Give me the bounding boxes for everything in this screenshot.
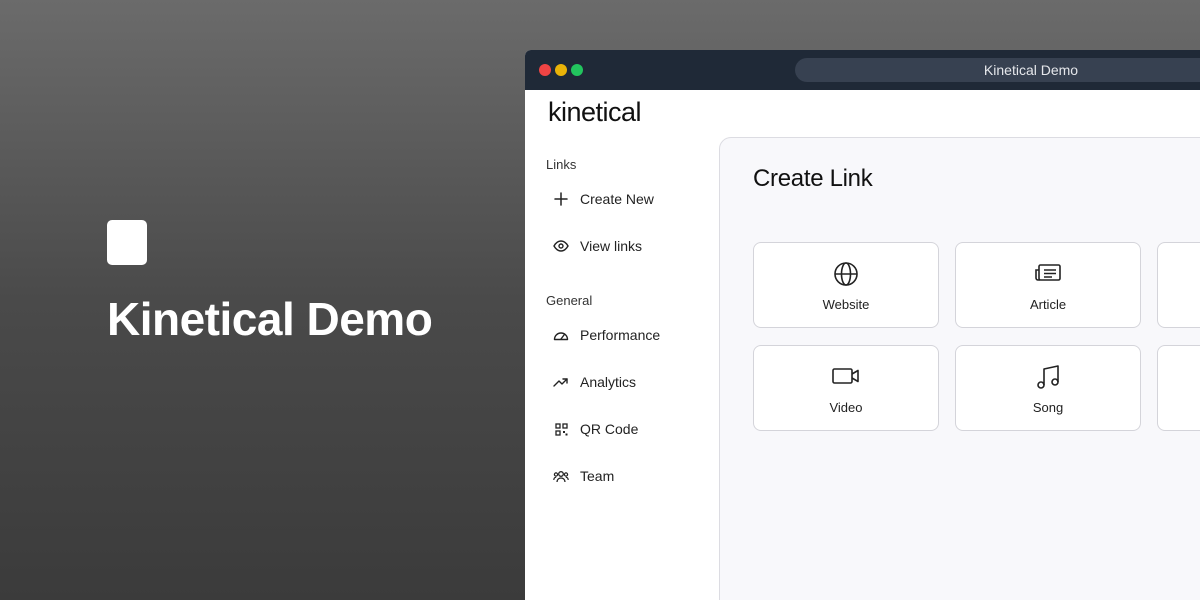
card-label: Article (1029, 297, 1067, 312)
create-link-panel: Create Link Website Article Video Song (719, 137, 1200, 600)
qr-code-icon (546, 422, 576, 436)
link-type-card-article[interactable]: Article (955, 242, 1141, 328)
eye-icon (546, 240, 576, 252)
newspaper-icon (956, 261, 1140, 287)
link-type-card-partial[interactable] (1157, 242, 1200, 328)
promo-logo-square (107, 220, 147, 265)
window-titlebar: Kinetical Demo (525, 50, 1200, 90)
gauge-icon (546, 329, 576, 341)
card-label: Song (1032, 400, 1064, 415)
link-type-card-partial[interactable] (1157, 345, 1200, 431)
plus-icon (546, 192, 576, 206)
sidebar-item-qr-code[interactable]: QR Code (546, 411, 716, 447)
promo-title: Kinetical Demo (107, 293, 433, 345)
sidebar-item-label: QR Code (580, 421, 639, 437)
minimize-window-button[interactable] (555, 64, 567, 76)
app-logo[interactable]: kinetical (548, 97, 642, 128)
card-label: Website (822, 297, 870, 312)
browser-window: Kinetical Demo kinetical Links Create Ne… (525, 50, 1200, 600)
address-bar-text: Kinetical Demo (983, 62, 1079, 78)
globe-icon (754, 261, 938, 287)
card-label: Video (829, 400, 863, 415)
sidebar-item-label: Analytics (580, 374, 637, 390)
sidebar-item-team[interactable]: Team (546, 458, 716, 494)
sidebar-section-general-label: General (546, 293, 593, 308)
link-type-card-song[interactable]: Song (955, 345, 1141, 431)
sidebar-item-view-links[interactable]: View links (546, 228, 716, 264)
video-camera-icon (754, 364, 938, 390)
address-bar[interactable]: Kinetical Demo (795, 58, 1200, 82)
link-type-card-video[interactable]: Video (753, 345, 939, 431)
sidebar-item-label: Create New (580, 191, 654, 207)
sidebar-item-analytics[interactable]: Analytics (546, 364, 716, 400)
close-window-button[interactable] (539, 64, 551, 76)
sidebar-item-label: View links (580, 238, 642, 254)
sidebar-item-label: Performance (580, 327, 661, 343)
sidebar-section-links-label: Links (546, 157, 577, 172)
sidebar-item-performance[interactable]: Performance (546, 317, 716, 353)
trending-up-icon (546, 376, 576, 388)
link-type-card-website[interactable]: Website (753, 242, 939, 328)
music-note-icon (956, 364, 1140, 390)
page-title: Create Link (753, 165, 873, 192)
maximize-window-button[interactable] (571, 64, 583, 76)
sidebar-item-label: Team (580, 468, 615, 484)
sidebar-item-create-new[interactable]: Create New (546, 181, 716, 217)
team-icon (546, 470, 576, 483)
